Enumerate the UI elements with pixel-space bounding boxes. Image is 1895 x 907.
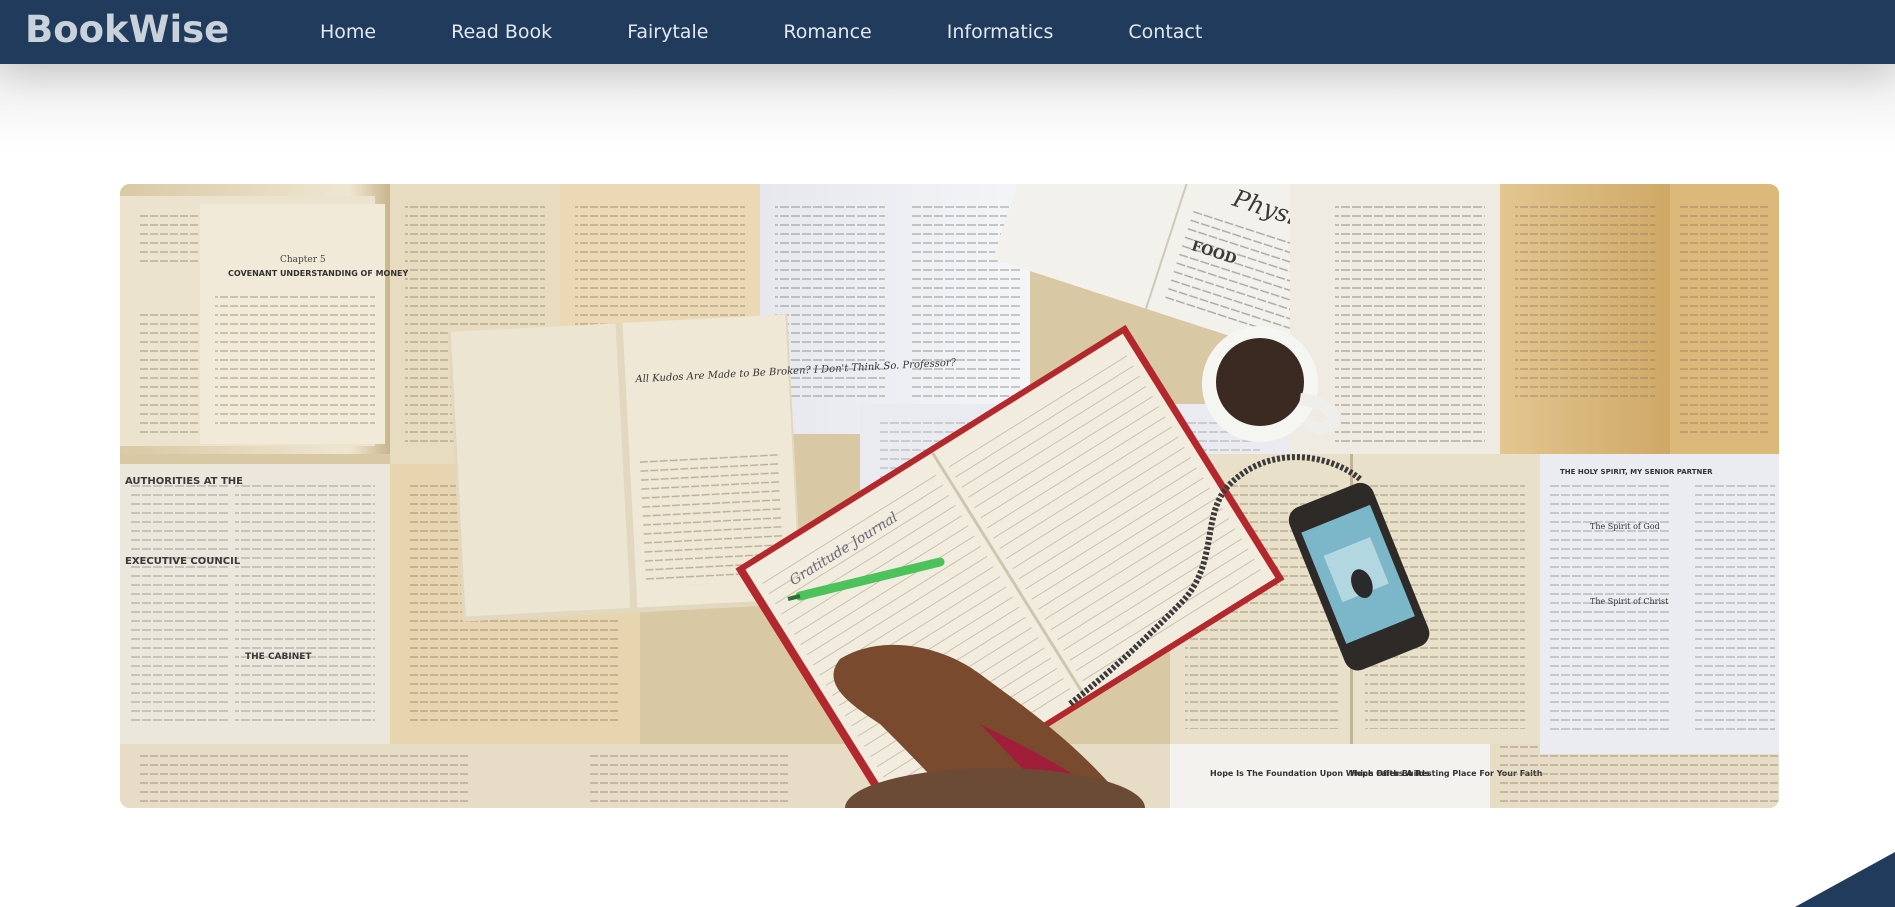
chapter-label: Chapter 5 [280,255,326,265]
nav-contact[interactable]: Contact [1128,21,1202,43]
top-navbar: BookWise Home Read Book Fairytale Romanc… [0,0,1895,64]
hero-image: Physical Needs FOOD AUTHORITIES AT THE E… [120,184,1779,808]
book-holy-spirit: THE HOLY SPIRIT, MY SENIOR PARTNER The S… [1540,454,1779,754]
nav-romance[interactable]: Romance [783,21,871,43]
nav-fairytale[interactable]: Fairytale [627,21,708,43]
council-heading: EXECUTIVE COUNCIL [125,556,241,567]
book-covenant: Chapter 5 COVENANT UNDERSTANDING OF MONE… [200,204,409,444]
spirit-of-god-heading: The Spirit of God [1590,522,1660,531]
nav-home[interactable]: Home [320,21,376,43]
authorities-heading: AUTHORITIES AT THE [125,476,243,487]
main-nav: Home Read Book Fairytale Romance Informa… [320,0,1277,64]
nav-informatics[interactable]: Informatics [947,21,1054,43]
brand-logo[interactable]: BookWise [25,8,229,52]
spirit-of-christ-heading: The Spirit of Christ [1590,597,1669,606]
nav-read-book[interactable]: Read Book [451,21,552,43]
hero-books-illustration: Physical Needs FOOD AUTHORITIES AT THE E… [120,184,1779,808]
corner-decoration [1795,852,1895,907]
holy-spirit-heading: THE HOLY SPIRIT, MY SENIOR PARTNER [1560,468,1713,476]
book-top-right [1290,184,1779,454]
covenant-heading: COVENANT UNDERSTANDING OF MONEY [228,269,409,278]
cabinet-heading: THE CABINET [245,652,312,662]
navbar-shadow [0,64,1895,154]
